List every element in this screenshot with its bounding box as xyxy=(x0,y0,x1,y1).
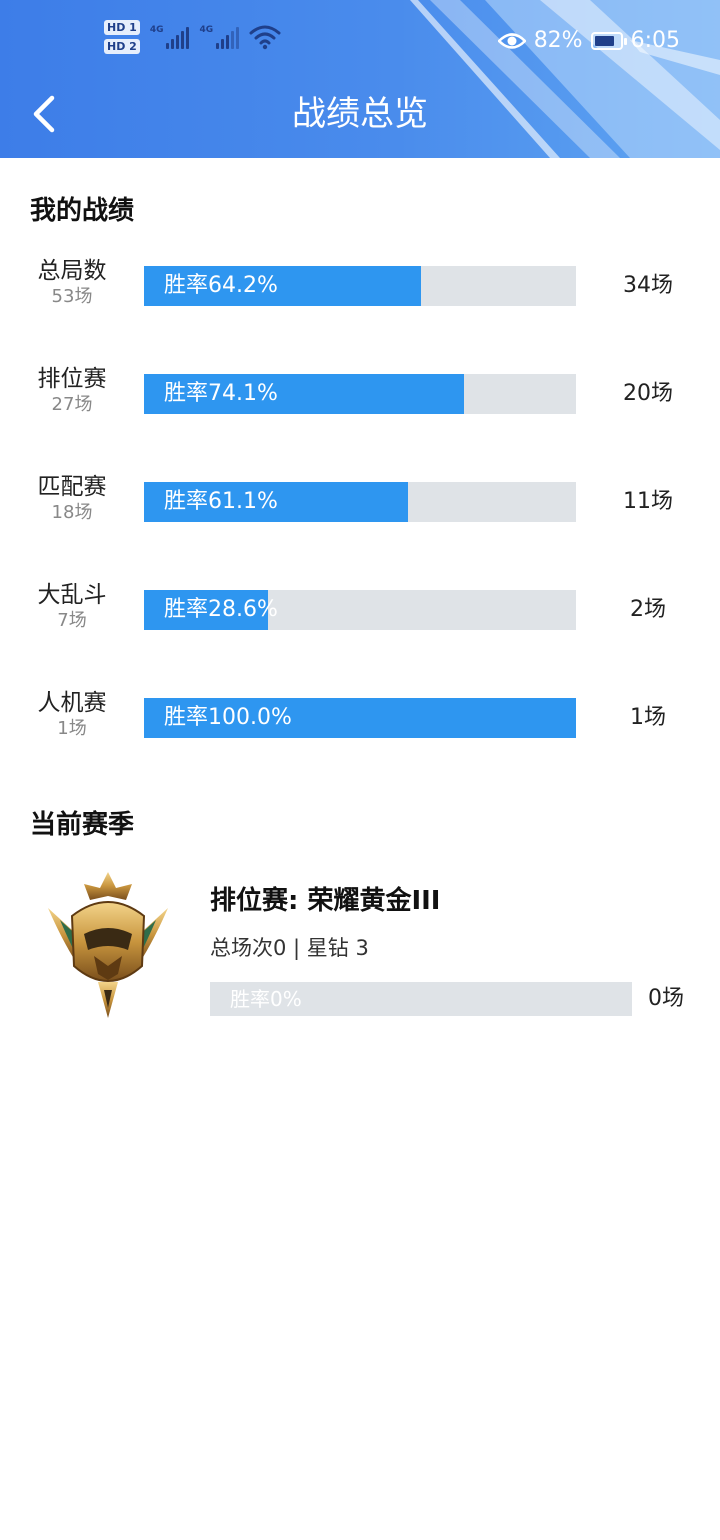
season-card[interactable]: 排位赛: 荣耀黄金III 总场次0 | 星钻 3 胜率0% 0场 xyxy=(0,860,720,1040)
win-rate-bar: 胜率64.2% xyxy=(144,266,576,306)
wins-count: 1场 xyxy=(630,705,666,730)
stat-row[interactable]: 匹配赛 18场 胜率61.1% 11场 xyxy=(0,472,720,552)
mode-count: 1场 xyxy=(57,718,87,739)
win-rate-bar: 胜率74.1% xyxy=(144,374,576,414)
mode-count: 18场 xyxy=(51,502,93,523)
mode-count: 7场 xyxy=(57,610,87,631)
win-rate-label: 胜率28.6% xyxy=(164,597,278,622)
stat-row[interactable]: 总局数 53场 胜率64.2% 34场 xyxy=(0,256,720,336)
network-type-1: 4G xyxy=(149,25,164,35)
clock: 6:05 xyxy=(630,28,680,53)
win-rate-bar: 胜率100.0% xyxy=(144,698,576,738)
stat-row[interactable]: 排位赛 27场 胜率74.1% 20场 xyxy=(0,364,720,444)
season-matches: 0场 xyxy=(648,986,684,1011)
season-detail: 总场次0 | 星钻 3 xyxy=(210,936,369,960)
win-rate-label: 胜率100.0% xyxy=(164,705,292,730)
stat-row[interactable]: 人机赛 1场 胜率100.0% 1场 xyxy=(0,688,720,768)
battery-icon xyxy=(590,31,627,50)
season-rank: 排位赛: 荣耀黄金III xyxy=(210,886,441,916)
gold-rank-emblem-icon xyxy=(48,872,168,1018)
hd-sim1-badge: HD 1 xyxy=(104,20,140,35)
hd-sim2-badge: HD 2 xyxy=(104,39,140,54)
wins-count: 11场 xyxy=(623,489,673,514)
mode-name: 排位赛 xyxy=(37,366,107,392)
mode-name: 总局数 xyxy=(37,258,107,284)
mode-name: 匹配赛 xyxy=(37,474,107,500)
page-title: 战绩总览 xyxy=(292,94,428,134)
win-rate-label: 胜率64.2% xyxy=(164,273,278,298)
wins-count: 2场 xyxy=(630,597,666,622)
mode-name: 人机赛 xyxy=(37,690,107,716)
season-win-rate-label: 胜率0% xyxy=(230,987,302,1011)
my-stats-title: 我的战绩 xyxy=(30,196,135,226)
network-type-2: 4G xyxy=(199,25,214,35)
win-rate-bar: 胜率61.1% xyxy=(144,482,576,522)
status-bar: HD 1 HD 2 4G 4G 82% 6:05 xyxy=(0,0,720,84)
win-rate-bar: 胜率28.6% xyxy=(144,590,576,630)
eye-icon xyxy=(497,32,526,49)
win-rate-label: 胜率61.1% xyxy=(164,489,278,514)
win-rate-label: 胜率74.1% xyxy=(164,381,278,406)
stat-row[interactable]: 大乱斗 7场 胜率28.6% 2场 xyxy=(0,580,720,660)
mode-count: 27场 xyxy=(51,394,93,415)
wins-count: 34场 xyxy=(623,273,673,298)
signal-sim1-icon: 4G xyxy=(150,25,190,49)
app-header: HD 1 HD 2 4G 4G 82% 6:05 战绩总览 xyxy=(0,0,720,158)
wifi-icon xyxy=(249,25,281,50)
signal-sim2-icon: 4G xyxy=(199,25,240,49)
mode-name: 大乱斗 xyxy=(37,582,107,608)
season-win-rate-bar: 胜率0% xyxy=(210,982,632,1016)
battery-percent: 82% xyxy=(533,28,583,53)
current-season-title: 当前赛季 xyxy=(30,810,135,840)
mode-count: 53场 xyxy=(51,286,93,307)
wins-count: 20场 xyxy=(623,381,673,406)
